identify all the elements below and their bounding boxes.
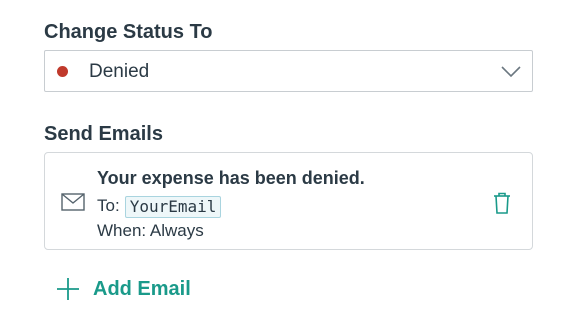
add-email-label: Add Email [93,278,191,300]
add-email-button[interactable]: Add Email [56,276,191,302]
mail-icon [61,193,85,211]
email-to-label: To: [97,196,120,215]
email-card: Your expense has been denied. To: YourEma… [44,152,533,250]
email-recipient-chip[interactable]: YourEmail [124,195,222,218]
status-selected-value: Denied [89,61,150,82]
send-emails-heading: Send Emails [44,123,163,145]
email-subject: Your expense has been denied. [97,168,365,188]
status-indicator-dot [57,66,68,77]
email-recipient-row: To: YourEmail [97,195,222,218]
trash-icon[interactable] [491,191,513,215]
plus-icon [57,278,79,300]
change-status-heading: Change Status To [44,21,213,43]
email-when-text: When: Always [97,221,204,240]
chevron-down-icon[interactable] [500,62,522,80]
status-dropdown[interactable]: Denied [44,50,533,92]
